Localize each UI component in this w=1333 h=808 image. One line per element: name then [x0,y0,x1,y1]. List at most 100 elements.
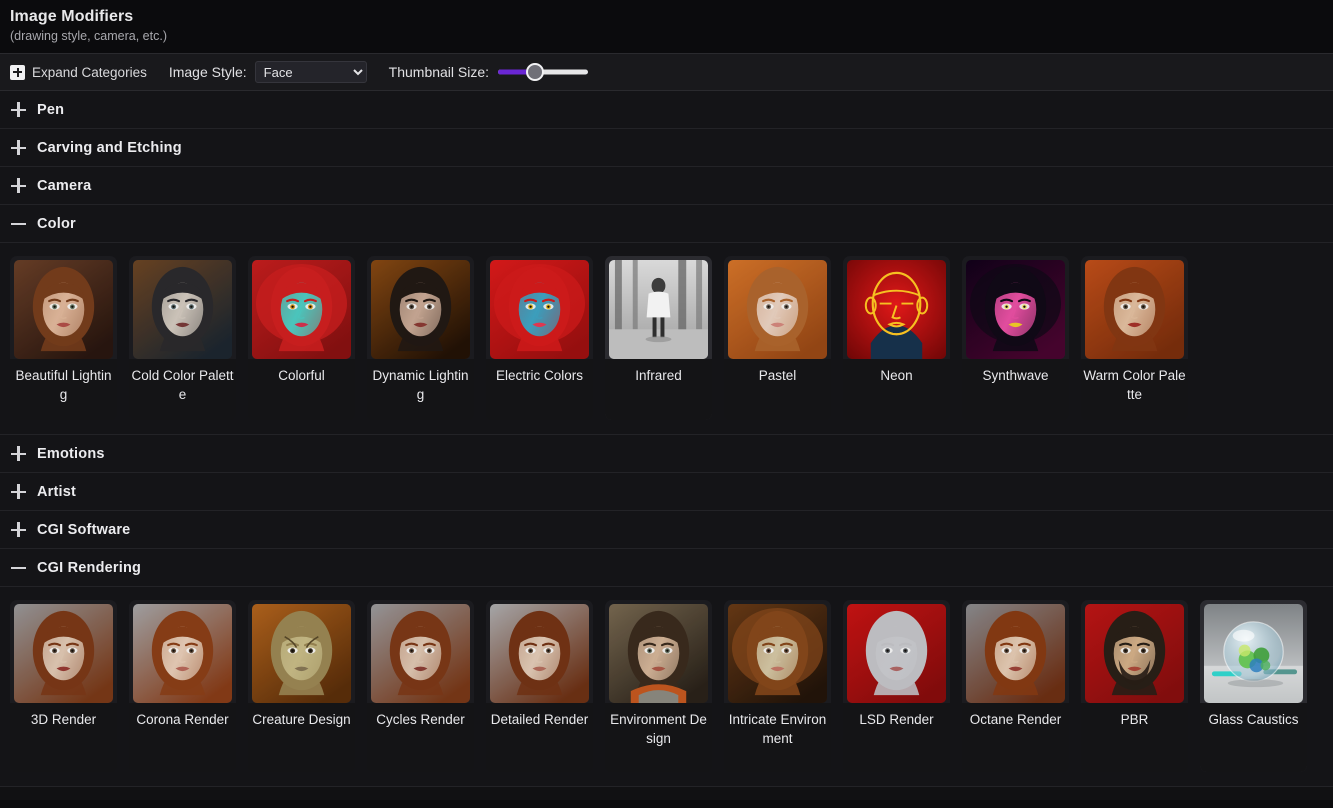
modifier-thumbnail-portrait-warm-brown [14,260,113,359]
modifier-label: LSD Render [843,703,950,772]
category-title: CGI Rendering [37,559,142,576]
category-header-color[interactable]: Color [0,205,1333,243]
modifier-label: Synthwave [962,359,1069,420]
category-header-pen[interactable]: Pen [0,91,1333,129]
modifier-card[interactable]: Beautiful Lighting [10,256,117,420]
modifier-card[interactable]: Dynamic Lighting [367,256,474,420]
modifier-card[interactable]: Electric Colors [486,256,593,420]
modifier-thumbnail-portrait-warm-orange [1085,260,1184,359]
modifier-thumbnail-portrait-detailed [490,604,589,703]
modifier-thumbnail-glass-sphere-marbles [1204,604,1303,703]
plus-icon[interactable] [10,101,27,118]
modifier-label: 3D Render [10,703,117,772]
modifier-label: Creature Design [248,703,355,772]
image-style-select[interactable]: Face [254,61,367,83]
modifier-label: Pastel [724,359,831,420]
modifier-card[interactable]: 3D Render [10,600,117,772]
modifier-card[interactable]: Intricate Environment [724,600,831,772]
thumbnail-size-group: Thumbnail Size: [388,61,589,83]
modifier-label: Octane Render [962,703,1069,772]
modifier-card[interactable]: PBR [1081,600,1188,772]
category-header-emotions[interactable]: Emotions [0,435,1333,473]
category-title: Carving and Etching [37,139,182,156]
plus-icon[interactable] [10,139,27,156]
modifier-label: Electric Colors [486,359,593,420]
modifier-card[interactable]: Pastel [724,256,831,420]
modifier-label: Infrared [605,359,712,420]
modifier-label: Detailed Render [486,703,593,772]
modifier-label: Neon [843,359,950,420]
modifier-label: Beautiful Lighting [10,359,117,420]
modifier-card[interactable]: Neon [843,256,950,420]
modifier-card[interactable]: Detailed Render [486,600,593,772]
image-style-label: Image Style: [168,64,247,80]
modifier-card[interactable]: Infrared [605,256,712,420]
modifier-thumbnail-portrait-corona [133,604,232,703]
modifier-label: Intricate Environment [724,703,831,772]
modifier-thumbnail-creature-face [252,604,351,703]
plus-icon[interactable] [10,483,27,500]
modifier-label: Dynamic Lighting [367,359,474,420]
modifier-card[interactable]: Cold Color Palette [129,256,236,420]
thumbnail-row: 3D Render Corona Render Creature Design … [10,600,1323,772]
modifier-label: Cold Color Palette [129,359,236,420]
plus-icon[interactable] [10,521,27,538]
modifier-thumbnail-portrait-cycles [371,604,470,703]
category-header-artist[interactable]: Artist [0,473,1333,511]
thumbnail-size-slider[interactable] [498,61,589,83]
modifier-thumbnail-portrait-cold-blue [133,260,232,359]
category-title: Artist [37,483,77,500]
plus-icon[interactable] [10,177,27,194]
modifier-thumbnail-portrait-octane [966,604,1065,703]
modifier-card[interactable]: Warm Color Palette [1081,256,1188,420]
modifier-thumbnail-portrait-lsd-red [847,604,946,703]
modifier-label: Corona Render [129,703,236,772]
page-title: Image Modifiers [10,8,134,25]
category-title: CGI Software [37,521,131,538]
category-title: Pen [37,101,65,118]
modifier-thumbnail-portrait-dynamic [371,260,470,359]
modifier-thumbnail-portrait-3d-grey [14,604,113,703]
plus-square-icon [10,64,25,80]
modifier-label: Colorful [248,359,355,420]
modifier-label: Cycles Render [367,703,474,772]
category-body: 3D Render Corona Render Creature Design … [0,587,1333,787]
category-header-carving-and-etching[interactable]: Carving and Etching [0,129,1333,167]
modifier-card[interactable]: Synthwave [962,256,1069,420]
panel-header: Image Modifiers (drawing style, camera, … [0,0,1333,53]
page-subtitle: (drawing style, camera, etc.) [10,29,167,43]
modifier-card[interactable]: Creature Design [248,600,355,772]
category-title: Color [37,215,76,232]
modifier-label: Environment Design [605,703,712,772]
modifier-card[interactable]: Environment Design [605,600,712,772]
category-header-cgi-rendering[interactable]: CGI Rendering [0,549,1333,587]
modifier-thumbnail-portrait-environment [609,604,708,703]
modifier-thumbnail-portrait-electric [490,260,589,359]
modifier-card[interactable]: Colorful [248,256,355,420]
modifier-thumbnail-figure-bw-forest [609,260,708,359]
category-title: Emotions [37,445,105,462]
modifier-card[interactable]: Glass Caustics [1200,600,1307,772]
modifier-thumbnail-portrait-pbr-beard [1085,604,1184,703]
toolbar: Expand Categories Image Style: Face Thum… [0,53,1333,91]
modifier-card[interactable]: Cycles Render [367,600,474,772]
modifier-label: Warm Color Palette [1081,359,1188,420]
minus-icon[interactable] [10,559,27,576]
category-header-cgi-software[interactable]: CGI Software [0,511,1333,549]
modifier-thumbnail-portrait-synthwave [966,260,1065,359]
modifier-label: PBR [1081,703,1188,772]
thumbnail-row: Beautiful Lighting Cold Color Palette Co… [10,256,1323,420]
modifier-card[interactable]: Octane Render [962,600,1069,772]
plus-icon[interactable] [10,445,27,462]
category-header-camera[interactable]: Camera [0,167,1333,205]
modifier-card[interactable]: Corona Render [129,600,236,772]
modifier-thumbnail-portrait-pastel [728,260,827,359]
modifier-card[interactable]: LSD Render [843,600,950,772]
minus-icon[interactable] [10,215,27,232]
expand-categories-label: Expand Categories [32,64,147,80]
expand-categories-button[interactable]: Expand Categories [10,64,147,80]
modifier-thumbnail-neon-outline-face [847,260,946,359]
slider-thumb[interactable] [525,63,544,81]
image-style-group: Image Style: Face [169,61,367,83]
thumbnail-size-label: Thumbnail Size: [388,64,490,80]
